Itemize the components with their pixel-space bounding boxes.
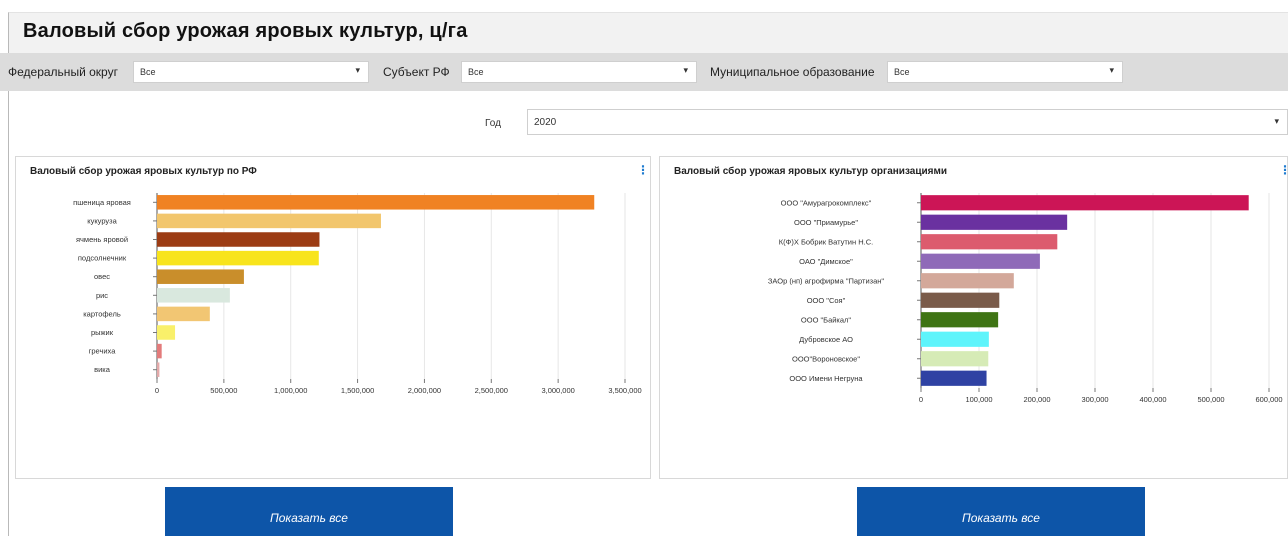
- category-label: ЗАОр (нп) агрофирма "Партизан": [768, 276, 885, 285]
- x-tick-label: 3,500,000: [608, 386, 641, 395]
- x-tick-label: 400,000: [1139, 395, 1166, 404]
- category-label: вика: [94, 365, 111, 374]
- category-label: ООО"Вороновское": [792, 354, 860, 363]
- x-tick-label: 3,000,000: [541, 386, 574, 395]
- municipality-value: Все: [894, 67, 910, 77]
- bar: [921, 273, 1014, 289]
- bar: [157, 288, 230, 303]
- year-select[interactable]: 2020 ▾: [527, 109, 1288, 135]
- left-chart: 0 500,000 1,000,000 1,500,000 2,000,000 2,500…: [73, 193, 642, 395]
- caret-down-icon: ▾: [1109, 65, 1114, 75]
- bar: [921, 331, 989, 347]
- x-tick-label: 300,000: [1081, 395, 1108, 404]
- category-label: Дубровское АО: [799, 335, 853, 344]
- category-label: рыжик: [91, 328, 114, 337]
- bar: [921, 292, 1000, 308]
- right-chart: 0 100,000 200,000 300,000 400,000 500,000 600,…: [768, 193, 1283, 404]
- category-label: кукуруза: [87, 216, 117, 225]
- municipality-label: Муниципальное образование: [710, 65, 875, 79]
- x-tick-label: 1,500,000: [341, 386, 374, 395]
- bar: [157, 250, 319, 266]
- page-title: Валовый сбор урожая яровых культур, ц/га: [23, 20, 468, 42]
- bar: [921, 234, 1058, 250]
- category-label: подсолнечник: [78, 254, 127, 263]
- federal-district-value: Все: [140, 67, 156, 77]
- category-label: ООО "Соя": [807, 296, 846, 305]
- x-tick-label: 2,000,000: [408, 386, 441, 395]
- category-label: ООО "Приамурье": [794, 218, 858, 227]
- x-tick-label: 100,000: [965, 395, 992, 404]
- year-label: Год: [485, 118, 501, 129]
- federal-district-select[interactable]: Все ▾: [133, 61, 369, 83]
- category-label: ООО "Амурагрокомплекс": [781, 198, 872, 207]
- bar: [157, 232, 320, 247]
- bar: [921, 195, 1249, 211]
- bar: [157, 343, 162, 359]
- subject-value: Все: [468, 67, 484, 77]
- federal-district-label: Федеральный округ: [8, 65, 118, 79]
- category-label: рис: [96, 291, 108, 300]
- x-tick-label: 1,000,000: [274, 386, 307, 395]
- filter-bar: Федеральный округ Все ▾ Субъект РФ Все ▾…: [0, 53, 1288, 91]
- bar: [921, 370, 987, 386]
- bar: [157, 213, 381, 229]
- show-all-button-left[interactable]: Показать все: [165, 487, 453, 536]
- category-label: ООО "Байкал": [801, 315, 852, 324]
- header: Валовый сбор урожая яровых культур, ц/га: [9, 13, 1288, 53]
- x-tick-label: 2,500,000: [475, 386, 508, 395]
- caret-down-icon: ▾: [1274, 116, 1279, 126]
- x-tick-label: 500,000: [210, 386, 237, 395]
- category-label: овес: [94, 272, 110, 281]
- subject-select[interactable]: Все ▾: [461, 61, 697, 83]
- subject-label: Субъект РФ: [383, 65, 450, 79]
- x-tick-label: 0: [919, 395, 923, 404]
- right-chart-panel: Валовый сбор урожая яровых культур орган…: [659, 156, 1288, 479]
- x-tick-label: 200,000: [1023, 395, 1050, 404]
- x-tick-label: 0: [155, 386, 159, 395]
- category-label: гречиха: [89, 347, 117, 356]
- municipality-select[interactable]: Все ▾: [887, 61, 1123, 83]
- x-tick-label: 500,000: [1197, 395, 1224, 404]
- bar: [157, 362, 160, 377]
- bar: [157, 306, 210, 322]
- category-label: ячмень яровой: [76, 235, 128, 244]
- bar: [157, 325, 176, 340]
- category-label: пшеница яровая: [73, 198, 131, 207]
- bar: [921, 214, 1068, 230]
- bar: [921, 312, 999, 328]
- category-label: картофель: [83, 309, 121, 318]
- x-tick-label: 600,000: [1255, 395, 1282, 404]
- category-label: ООО Имени Негруна: [789, 374, 863, 383]
- caret-down-icon: ▾: [355, 65, 360, 75]
- bar: [157, 269, 244, 284]
- left-chart-panel: Валовый сбор урожая яровых культур по РФ…: [15, 156, 651, 479]
- bar: [921, 253, 1040, 269]
- category-label: К(Ф)Х Бобрик Ватутин Н.С.: [779, 237, 873, 246]
- show-all-button-right[interactable]: Показать все: [857, 487, 1145, 536]
- bar: [921, 351, 989, 367]
- caret-down-icon: ▾: [683, 65, 688, 75]
- category-label: ОАО "Димское": [799, 257, 853, 266]
- bar: [157, 195, 595, 210]
- year-value: 2020: [534, 117, 557, 128]
